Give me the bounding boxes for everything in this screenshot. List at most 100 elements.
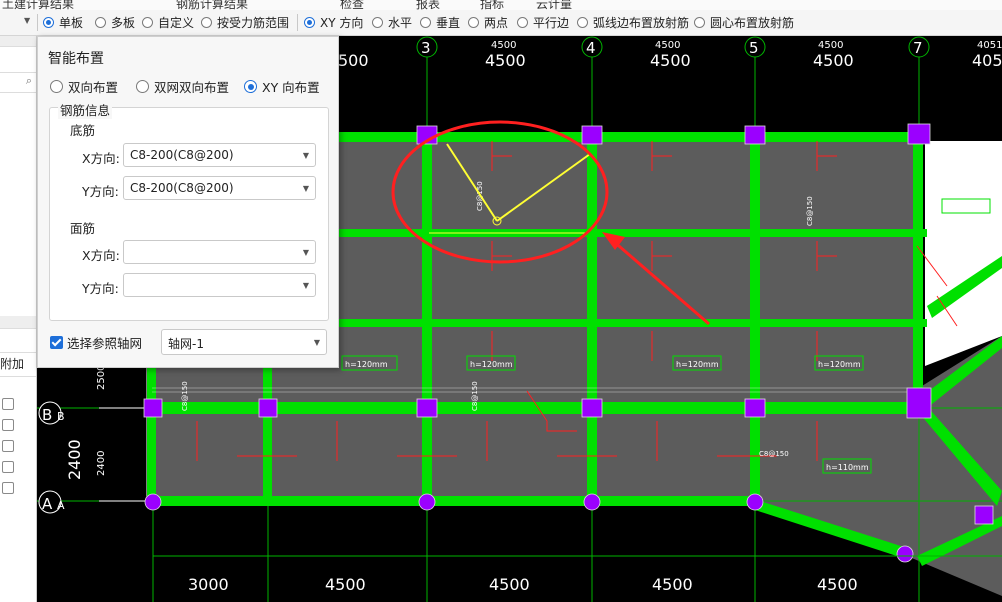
row-checkbox[interactable] bbox=[2, 398, 14, 410]
radio-icon bbox=[304, 17, 315, 28]
row-checkbox[interactable] bbox=[2, 419, 14, 431]
column bbox=[907, 123, 931, 145]
menu-tab[interactable]: 钢筋计算结果 bbox=[176, 0, 248, 10]
radio-icon bbox=[136, 80, 149, 93]
dropdown-arrow-icon: ▼ bbox=[313, 338, 320, 347]
dimension-text: 4500 bbox=[491, 40, 516, 51]
axis-number: 4 bbox=[586, 39, 596, 57]
column bbox=[418, 493, 436, 511]
radio-arc-radial[interactable]: 弧线边布置放射筋 bbox=[577, 14, 689, 31]
dimension-text: 4500 bbox=[489, 575, 530, 594]
radio-by-force-range[interactable]: 按受力筋范围 bbox=[201, 14, 289, 31]
axis-bubbles-left: B B A A 2400 2500 2400 bbox=[38, 365, 107, 514]
top-rebar-label: 面筋 bbox=[70, 221, 96, 236]
dimension-text: 2400 bbox=[96, 451, 107, 476]
column bbox=[974, 505, 994, 525]
dropdown-arrow-icon: ▼ bbox=[302, 184, 309, 193]
radio-icon bbox=[201, 17, 212, 28]
dimension-text: 4500 bbox=[813, 51, 854, 70]
radio-center-radial[interactable]: 圆心布置放射筋 bbox=[694, 14, 794, 31]
rebar-tag: C8@150 bbox=[181, 381, 189, 411]
axis-number: 3 bbox=[421, 39, 431, 57]
panel-toolbar-row bbox=[0, 328, 36, 353]
slab-thickness-label: h=120mm bbox=[345, 360, 388, 369]
rebar-tag: C8@150 bbox=[806, 196, 814, 226]
dialog-title: 智能布置 bbox=[48, 51, 104, 67]
column bbox=[583, 493, 601, 511]
menu-tab[interactable]: 检查 bbox=[340, 0, 364, 10]
column bbox=[896, 545, 914, 563]
radio-icon bbox=[95, 17, 106, 28]
top-menu-strip: 土建计算结果 钢筋计算结果 检查 报表 指标 云计量 bbox=[0, 0, 1002, 10]
top-x-select[interactable]: ▼ bbox=[123, 240, 316, 264]
radio-multi-plate[interactable]: 多板 bbox=[95, 14, 135, 31]
dimension-text: 4500 bbox=[655, 40, 680, 51]
bottom-x-select[interactable]: C8-200(C8@200) ▼ bbox=[123, 143, 316, 167]
bottom-rebar-label: 底筋 bbox=[70, 123, 96, 138]
ref-grid-select[interactable]: 轴网-1 ▼ bbox=[161, 329, 327, 355]
smart-placement-dialog: 智能布置 双向布置 双网双向布置 XY 向布置 钢筋信息 底筋 X方向: C8-… bbox=[37, 36, 339, 368]
dropdown-arrow-icon: ▼ bbox=[302, 151, 309, 160]
radio-icon bbox=[244, 80, 257, 93]
radio-custom[interactable]: 自定义 bbox=[142, 14, 194, 31]
row-checkbox[interactable] bbox=[2, 440, 14, 452]
slab-thickness-label: h=120mm bbox=[676, 360, 719, 369]
radio-icon bbox=[420, 17, 431, 28]
panel-row: ⌕ bbox=[0, 72, 36, 93]
menu-tab[interactable]: 云计量 bbox=[536, 0, 572, 10]
radio-xy-direction[interactable]: XY 方向 bbox=[304, 14, 363, 31]
column bbox=[744, 125, 766, 145]
dropdown-arrow-icon: ▼ bbox=[302, 248, 309, 257]
option-xy-placement[interactable]: XY 向布置 bbox=[244, 77, 320, 96]
dimension-text: 4500 bbox=[325, 575, 366, 594]
radio-vertical[interactable]: 垂直 bbox=[420, 14, 460, 31]
column bbox=[581, 125, 603, 145]
column bbox=[744, 398, 766, 418]
axis-letter: B bbox=[42, 406, 52, 424]
column bbox=[144, 493, 162, 511]
dimension-text: 4500 bbox=[817, 575, 858, 594]
bottom-dimensions: 3000 4500 4500 4500 4500 bbox=[153, 555, 1002, 594]
bottom-y-label: Y方向: bbox=[82, 184, 119, 199]
search-icon[interactable]: ⌕ bbox=[26, 74, 32, 88]
ref-grid-checkbox[interactable]: 选择参照轴网 bbox=[50, 333, 142, 352]
radio-icon bbox=[577, 17, 588, 28]
bottom-y-select[interactable]: C8-200(C8@200) ▼ bbox=[123, 176, 316, 200]
select-value: C8-200(C8@200) bbox=[130, 181, 234, 195]
dimension-text: 3000 bbox=[188, 575, 229, 594]
axis-letter: A bbox=[42, 495, 53, 513]
radio-two-points[interactable]: 两点 bbox=[468, 14, 508, 31]
layout-toolbar: ▼ 单板 多板 自定义 按受力筋范围 XY 方向 水平 垂直 两点 平行边 弧线… bbox=[0, 10, 1002, 36]
axis-letter: B bbox=[57, 410, 65, 423]
dimension-text: 2400 bbox=[65, 439, 84, 480]
dimension-text: 4500 bbox=[652, 575, 693, 594]
radio-icon bbox=[50, 80, 63, 93]
radio-single-plate[interactable]: 单板 bbox=[43, 14, 83, 31]
dimension-text: 2500 bbox=[96, 365, 107, 390]
rebar-info-group: 钢筋信息 底筋 X方向: C8-200(C8@200) ▼ Y方向: C8-20… bbox=[49, 100, 329, 321]
row-checkbox[interactable] bbox=[2, 482, 14, 494]
column-header-label: 附加 bbox=[0, 357, 25, 371]
column bbox=[906, 387, 932, 419]
menu-tab[interactable]: 指标 bbox=[480, 0, 504, 10]
rebar-tag: C8@150 bbox=[471, 381, 479, 411]
axis-number: 7 bbox=[913, 39, 923, 57]
menu-tab[interactable]: 报表 bbox=[416, 0, 440, 10]
dimension-text: 4500 bbox=[485, 51, 526, 70]
radio-parallel-edge[interactable]: 平行边 bbox=[517, 14, 569, 31]
slab-thickness-label: h=120mm bbox=[818, 360, 861, 369]
radio-horizontal[interactable]: 水平 bbox=[372, 14, 412, 31]
bottom-x-label: X方向: bbox=[82, 151, 120, 166]
option-bidirectional[interactable]: 双向布置 bbox=[50, 77, 118, 96]
top-x-label: X方向: bbox=[82, 248, 120, 263]
left-dock-panel: ⌕ 附加 bbox=[0, 36, 37, 602]
menu-tab[interactable]: 土建计算结果 bbox=[2, 0, 74, 10]
top-y-select[interactable]: ▼ bbox=[123, 273, 316, 297]
option-double-mesh-bidirectional[interactable]: 双网双向布置 bbox=[136, 77, 229, 96]
row-checkbox[interactable] bbox=[2, 461, 14, 473]
select-value: 轴网-1 bbox=[168, 337, 204, 351]
slab-thickness-label: h=120mm bbox=[470, 360, 513, 369]
chevron-down-icon[interactable]: ▼ bbox=[24, 16, 30, 25]
column bbox=[416, 398, 438, 418]
dimension-text: 500 bbox=[338, 51, 369, 70]
